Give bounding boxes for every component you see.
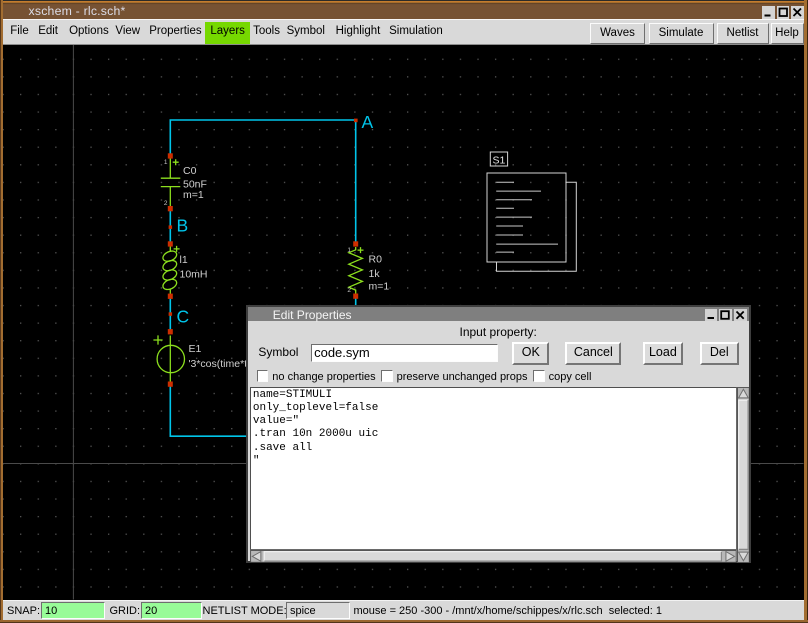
svg-text:1: 1 bbox=[164, 159, 168, 166]
svg-text:A: A bbox=[362, 112, 374, 132]
svg-text:2: 2 bbox=[164, 200, 168, 207]
svg-text:2: 2 bbox=[347, 287, 351, 294]
svg-text:C0: C0 bbox=[183, 165, 197, 177]
svg-text:S1: S1 bbox=[493, 154, 506, 166]
svg-text:m=1: m=1 bbox=[183, 189, 204, 201]
svg-text:l1: l1 bbox=[180, 254, 188, 266]
svg-text:10mH: 10mH bbox=[180, 269, 208, 281]
svg-text:1k: 1k bbox=[369, 268, 381, 280]
svg-text:E1: E1 bbox=[189, 343, 202, 355]
svg-text:1: 1 bbox=[347, 247, 351, 254]
svg-text:B: B bbox=[177, 216, 189, 236]
svg-text:m=1: m=1 bbox=[369, 280, 390, 292]
svg-text:C: C bbox=[177, 306, 190, 326]
svg-text:R0: R0 bbox=[369, 254, 383, 266]
